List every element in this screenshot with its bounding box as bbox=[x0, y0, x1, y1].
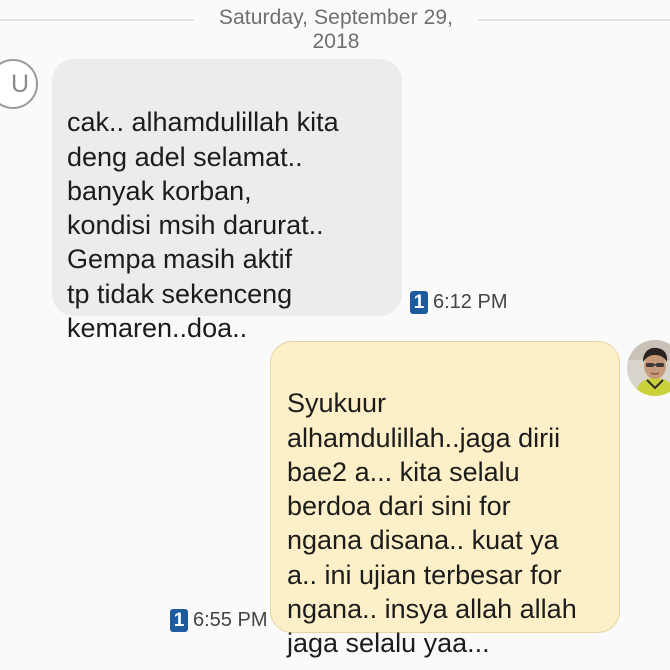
contact-photo-avatar[interactable] bbox=[627, 340, 670, 396]
contact-photo-icon bbox=[627, 340, 670, 396]
outgoing-message-meta: 1 6:55 PM bbox=[170, 608, 267, 632]
date-divider-right bbox=[478, 19, 670, 21]
outgoing-message-text: Syukuur alhamdulillah..jaga dirii bae2 a… bbox=[287, 388, 577, 659]
incoming-message-time: 6:12 PM bbox=[433, 290, 508, 313]
date-label: Saturday, September 29, 2018 bbox=[218, 6, 454, 53]
incoming-message-meta: 1 6:12 PM bbox=[410, 290, 507, 314]
sim-1-icon: 1 bbox=[170, 608, 188, 632]
outgoing-message-time: 6:55 PM bbox=[193, 608, 268, 631]
incoming-message-text: cak.. alhamdulillah kita deng adel selam… bbox=[67, 107, 339, 344]
sender-avatar[interactable]: U bbox=[0, 59, 38, 109]
date-divider-left bbox=[0, 19, 194, 21]
date-separator: Saturday, September 29, 2018 bbox=[0, 0, 670, 53]
avatar-letter: U bbox=[10, 70, 30, 98]
incoming-message-bubble[interactable]: cak.. alhamdulillah kita deng adel selam… bbox=[52, 59, 402, 343]
sim-1-icon: 1 bbox=[410, 290, 428, 314]
outgoing-message-bubble[interactable]: Syukuur alhamdulillah..jaga dirii bae2 a… bbox=[270, 341, 620, 658]
